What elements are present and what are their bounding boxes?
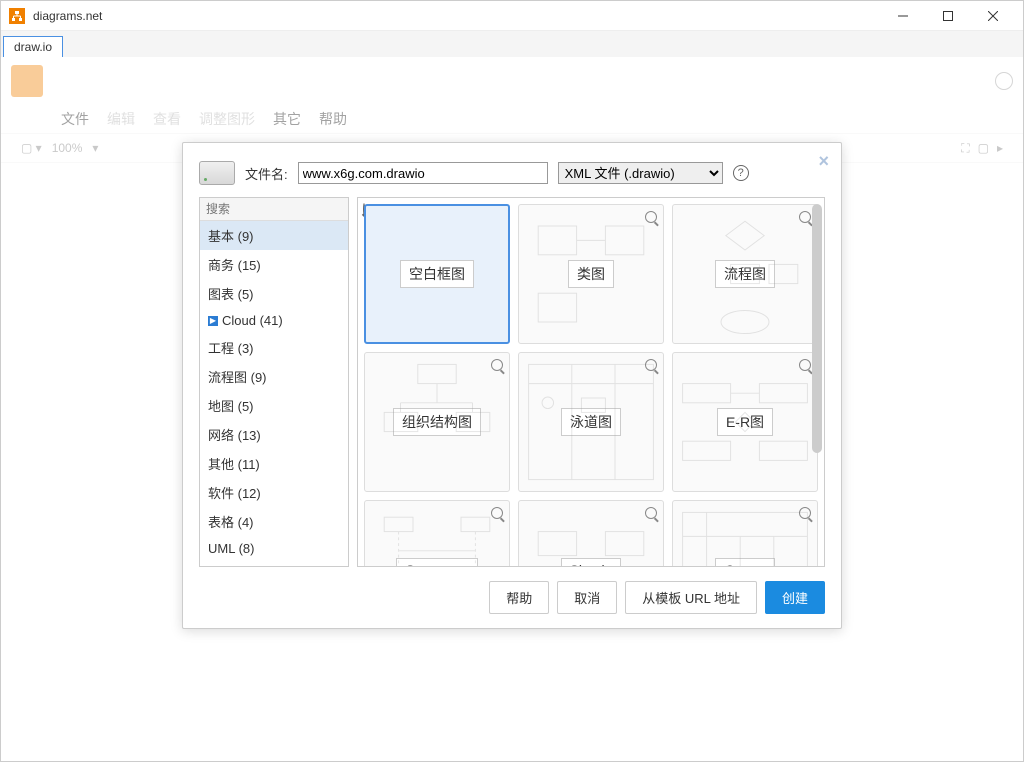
tab-drawio[interactable]: draw.io <box>3 36 63 57</box>
filename-label: 文件名: <box>245 164 288 183</box>
template-card[interactable]: 空白框图 <box>364 204 510 344</box>
minimize-button[interactable] <box>880 2 925 30</box>
category-label: 网络 (13) <box>208 425 261 444</box>
category-label: 商务 (15) <box>208 255 261 274</box>
close-button[interactable] <box>970 2 1015 30</box>
template-area: 空白框图 类图流程图组织结构图泳道图E-R图 SequenceSimpleCross… <box>357 197 825 567</box>
zoom-icon[interactable] <box>799 507 811 519</box>
template-card[interactable]: 泳道图 <box>518 352 664 492</box>
category-item[interactable]: 地图 (5) <box>200 391 348 420</box>
template-card[interactable]: 组织结构图 <box>364 352 510 492</box>
expand-icon: ▶ <box>208 316 218 326</box>
category-item[interactable]: 表格 (4) <box>200 507 348 536</box>
category-item[interactable]: 软件 (12) <box>200 478 348 507</box>
close-icon[interactable]: × <box>818 151 829 172</box>
category-label: 流程图 (9) <box>208 367 267 386</box>
window-titlebar: diagrams.net <box>1 1 1023 31</box>
help-icon[interactable]: ? <box>733 165 749 181</box>
category-label: UML (8) <box>208 541 254 556</box>
drive-icon <box>199 161 235 185</box>
new-file-dialog: × 文件名: XML 文件 (.drawio) ? <box>182 142 842 629</box>
template-card[interactable]: 类图 <box>518 204 664 344</box>
category-item[interactable]: 流程图 (9) <box>200 362 348 391</box>
category-item[interactable]: 商务 (15) <box>200 250 348 279</box>
category-label: 工程 (3) <box>208 338 254 357</box>
category-item[interactable]: UML (8) <box>200 536 348 561</box>
maximize-button[interactable] <box>925 2 970 30</box>
from-url-button[interactable]: 从模板 URL 地址 <box>625 581 757 614</box>
zoom-icon[interactable] <box>799 211 811 223</box>
template-card[interactable]: Simple <box>518 500 664 567</box>
template-card[interactable]: 流程图 <box>672 204 818 344</box>
category-sidebar: 基本 (9) 商务 (15) 图表 (5) ▶ Cloud (41) 工程 (3) 流程图 … <box>199 197 349 567</box>
zoom-icon[interactable] <box>645 359 657 371</box>
zoom-icon[interactable] <box>491 359 503 371</box>
category-item[interactable]: 图表 (5) <box>200 279 348 308</box>
category-item[interactable]: ▶ Cloud (41) <box>200 308 348 333</box>
category-label: 图表 (5) <box>208 284 254 303</box>
filetype-select[interactable]: XML 文件 (.drawio) <box>558 162 723 184</box>
category-item[interactable]: 基本 (9) <box>200 221 348 250</box>
zoom-icon[interactable] <box>799 359 811 371</box>
category-label: 基本 (9) <box>208 226 254 245</box>
template-card[interactable]: Cross- <box>672 500 818 567</box>
template-card[interactable]: E-R图 <box>672 352 818 492</box>
category-label: Cloud (41) <box>222 313 283 328</box>
create-button[interactable]: 创建 <box>765 581 825 614</box>
zoom-icon[interactable] <box>645 211 657 223</box>
category-label: 软件 (12) <box>208 483 261 502</box>
category-item[interactable]: Venn (8) <box>200 561 348 566</box>
search-input[interactable] <box>204 200 363 218</box>
tab-strip: draw.io <box>1 31 1023 57</box>
app-icon <box>9 8 25 24</box>
template-label: 空白框图 <box>400 260 474 288</box>
cancel-button[interactable]: 取消 <box>557 581 617 614</box>
scrollbar-thumb[interactable] <box>812 204 822 453</box>
help-button[interactable]: 帮助 <box>489 581 549 614</box>
zoom-icon[interactable] <box>645 507 657 519</box>
category-item[interactable]: 其他 (11) <box>200 449 348 478</box>
category-label: 其他 (11) <box>208 454 260 473</box>
category-item[interactable]: 工程 (3) <box>200 333 348 362</box>
category-label: 表格 (4) <box>208 512 254 531</box>
filename-input[interactable] <box>298 162 548 184</box>
category-label: 地图 (5) <box>208 396 254 415</box>
zoom-icon[interactable] <box>491 507 503 519</box>
category-item[interactable]: 网络 (13) <box>200 420 348 449</box>
window-title: diagrams.net <box>33 9 880 23</box>
template-card[interactable]: Sequence <box>364 500 510 567</box>
